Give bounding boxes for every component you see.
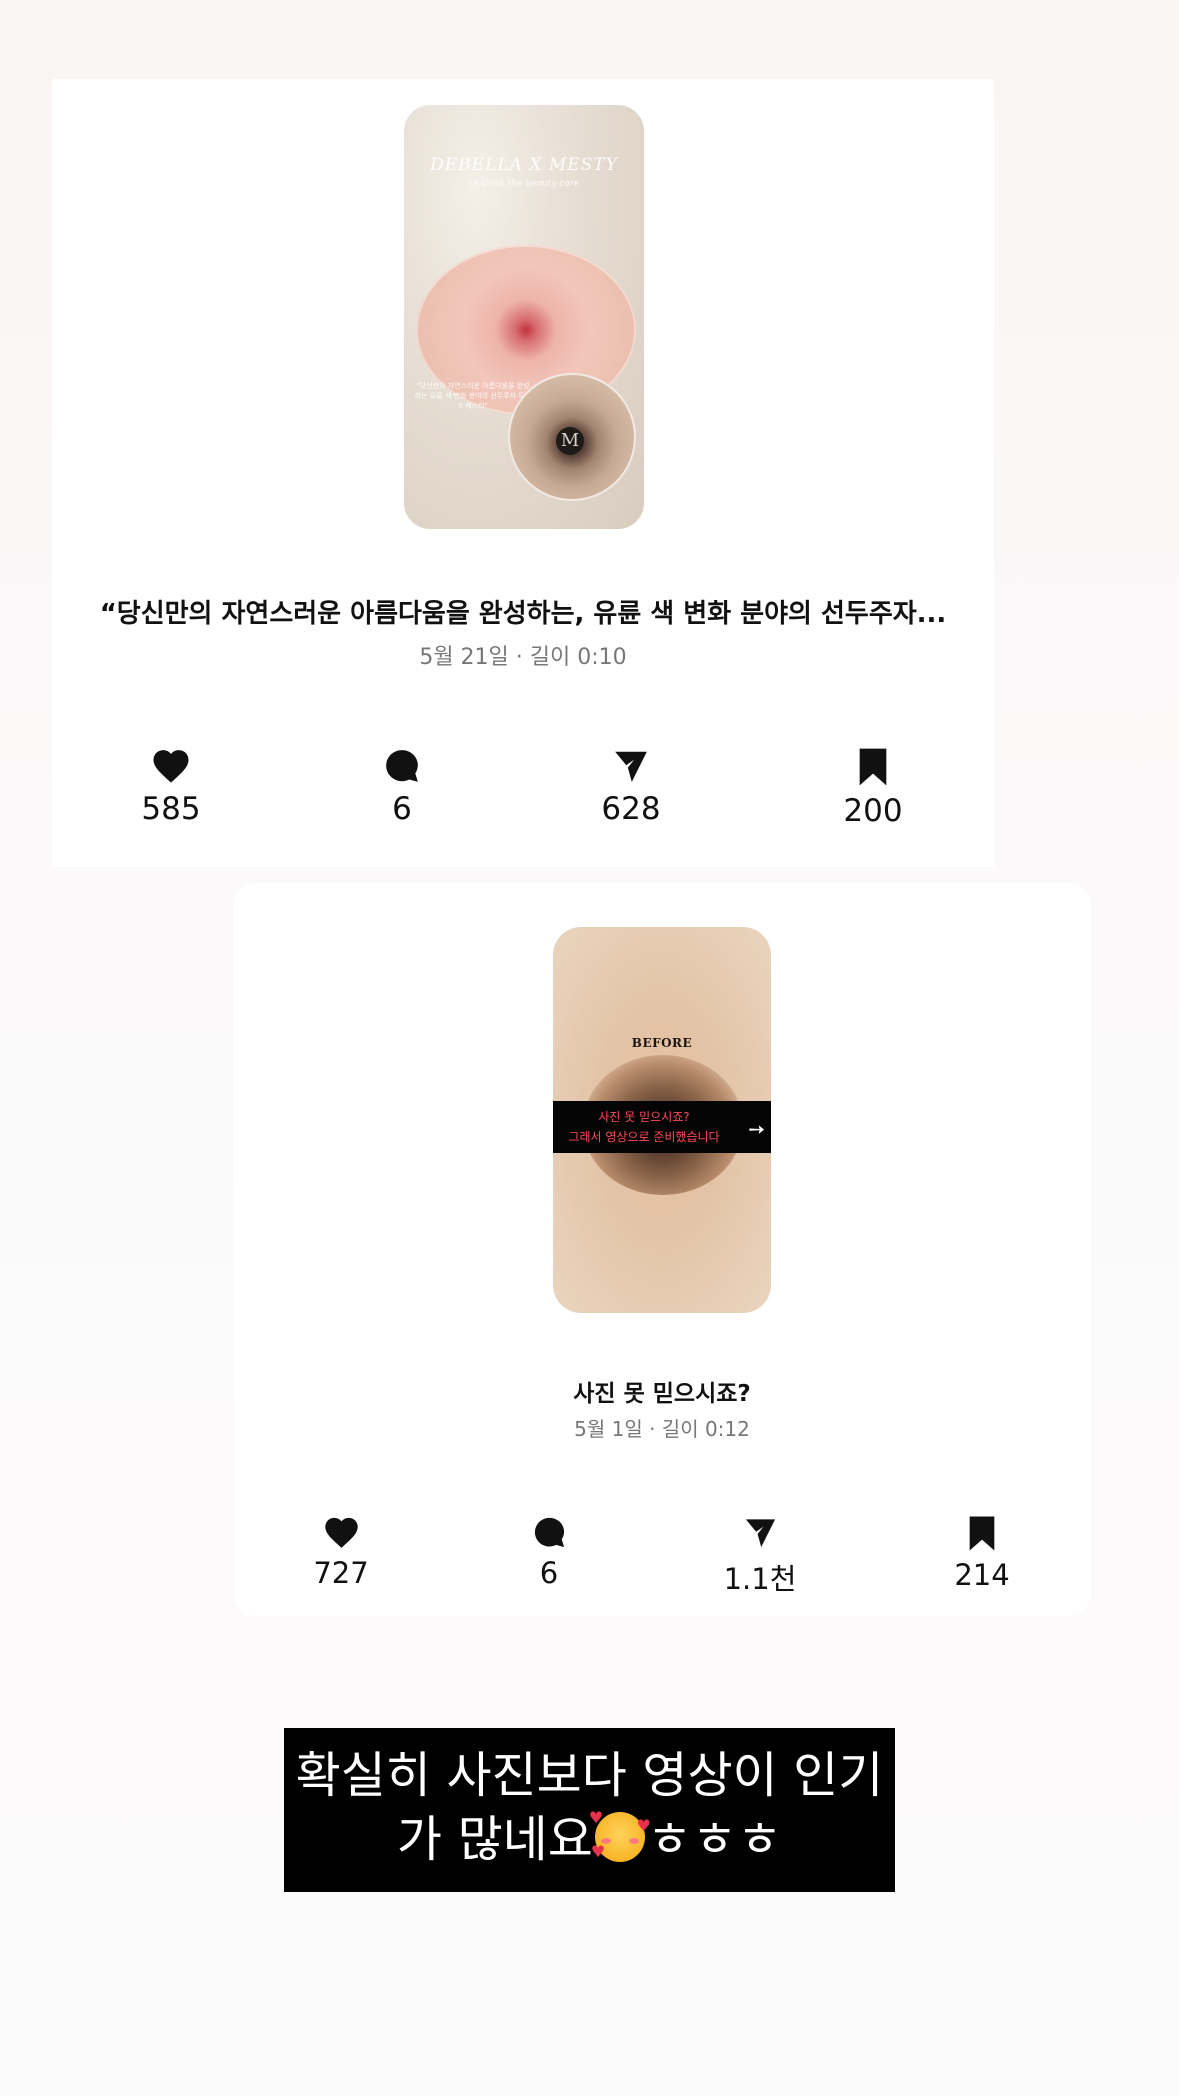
like-count: 585 — [141, 791, 201, 827]
post-thumbnail-1[interactable]: DEBELLA X MESTY re:think the beauty care… — [404, 105, 644, 529]
post-thumbnail-2[interactable]: BEFORE 사진 못 믿으시죠? 그래서 영상으로 준비했습니다 ➙ — [553, 927, 771, 1313]
save-count: 200 — [843, 793, 903, 829]
overlay-line-1: 사진 못 믿으시죠? — [598, 1110, 690, 1124]
comment-stat[interactable]: 6 — [342, 747, 462, 827]
comment-count: 6 — [392, 791, 412, 827]
share-count: 1.1천 — [723, 1562, 797, 1596]
comment-bubble-icon — [386, 750, 418, 782]
overlay-text: 사진 못 믿으시죠? 그래서 영상으로 준비했습니다 — [553, 1107, 735, 1147]
post-meta-2: 5월 1일 · 길이 0:12 — [574, 1417, 750, 1441]
share-count: 628 — [601, 791, 661, 827]
caption-line-2-suffix: ㅎㅎㅎ — [646, 1811, 783, 1868]
thumbnail-brand-subtext: re:think the beauty care — [468, 179, 580, 189]
post-card-1[interactable]: DEBELLA X MESTY re:think the beauty care… — [52, 79, 994, 867]
thumbnail-brand-text: DEBELLA X MESTY — [430, 155, 618, 175]
caption-line-2-text: 가 많네요 — [396, 1811, 593, 1868]
caption-line-2: 가 많네요 ♥ ♥ ♥ ㅎㅎㅎ — [284, 1808, 895, 1872]
bookmark-icon — [859, 748, 887, 786]
share-stat[interactable]: 1.1천 — [700, 1515, 820, 1598]
share-stat[interactable]: 628 — [571, 747, 691, 827]
save-stat[interactable]: 200 — [813, 747, 933, 829]
story-caption: 확실히 사진보다 영상이 인기 가 많네요 ♥ ♥ ♥ ㅎㅎㅎ — [284, 1728, 895, 1892]
heart-icon — [324, 1517, 358, 1548]
heart-icon — [153, 750, 189, 783]
caption-line-1: 확실히 사진보다 영상이 인기 — [295, 1747, 884, 1804]
like-stat[interactable]: 585 — [111, 747, 231, 827]
paper-plane-icon — [615, 751, 647, 782]
comment-stat[interactable]: 6 — [489, 1515, 609, 1590]
like-stat[interactable]: 727 — [281, 1515, 401, 1590]
smiling-face-with-hearts-icon: ♥ ♥ ♥ — [588, 1808, 651, 1862]
comment-count: 6 — [539, 1556, 559, 1590]
comment-bubble-icon — [534, 1517, 564, 1548]
post-title-2[interactable]: 사진 못 믿으시죠? — [233, 1374, 1091, 1408]
post-card-2[interactable]: BEFORE 사진 못 믿으시죠? 그래서 영상으로 준비했습니다 ➙ 사진 못… — [233, 883, 1091, 1616]
arrow-right-icon: ➙ — [748, 1117, 765, 1141]
save-count: 214 — [954, 1558, 1010, 1592]
paper-plane-icon — [745, 1519, 775, 1548]
thumbnail-overlay-bar: 사진 못 믿으시죠? 그래서 영상으로 준비했습니다 ➙ — [553, 1101, 771, 1153]
post-meta-1: 5월 21일 · 길이 0:10 — [419, 645, 627, 670]
like-count: 727 — [313, 1556, 369, 1590]
thumbnail-zoom-circle: M — [508, 373, 636, 501]
bookmark-icon — [969, 1516, 995, 1551]
brand-logo: M — [556, 427, 584, 455]
post-title-1[interactable]: “당신만의 자연스러운 아름다움을 완성하는, 유륜 색 변화 분야의 선두주자… — [52, 593, 994, 630]
save-stat[interactable]: 214 — [922, 1515, 1042, 1592]
overlay-line-2: 그래서 영상으로 준비했습니다 — [568, 1130, 720, 1144]
before-label: BEFORE — [631, 1036, 693, 1050]
